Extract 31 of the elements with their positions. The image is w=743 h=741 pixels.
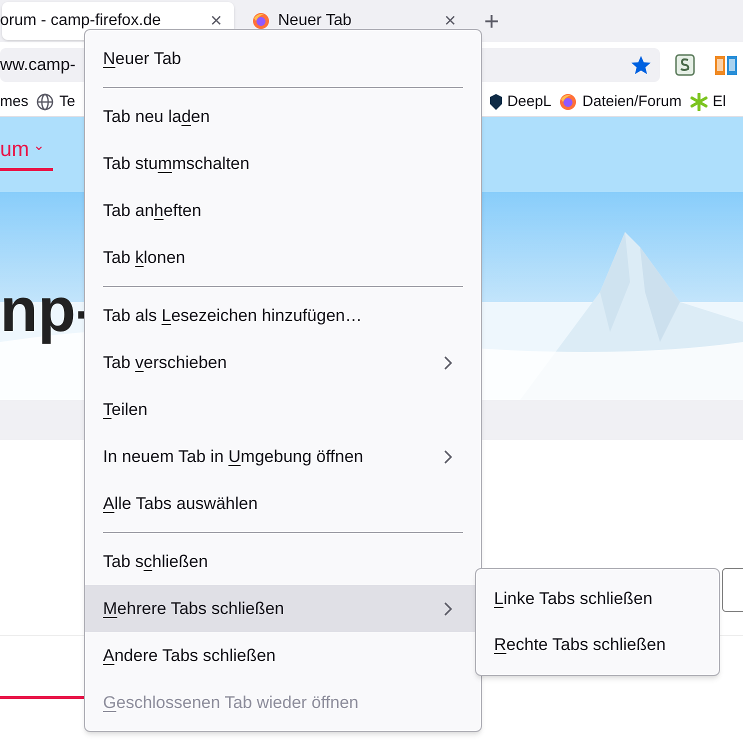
url-text: ww.camp- [0, 55, 76, 74]
star-icon[interactable] [630, 54, 652, 76]
shield-icon [490, 94, 502, 110]
tab-title: orum - camp-firefox.de [0, 11, 162, 31]
chevron-right-icon [443, 600, 453, 616]
tab-title: Neuer Tab [278, 11, 353, 31]
menu-item: Geschlossenen Tab wieder öffnen [102, 692, 360, 714]
browser-logo-icon [252, 12, 270, 30]
chevron-right-icon [443, 354, 453, 370]
bookmark-link[interactable]: Te [59, 90, 76, 114]
bookmark-link[interactable]: Dateien/Forum [582, 90, 682, 114]
bookmark-link[interactable]: DeepL [507, 90, 552, 114]
bookmark-link[interactable]: mes [0, 90, 28, 114]
bookmark-link[interactable]: El [712, 90, 726, 114]
extension-icon[interactable] [674, 53, 696, 77]
close-button[interactable]: × [440, 11, 460, 31]
globe-icon [36, 93, 54, 111]
new-tab-button[interactable]: + [480, 8, 504, 34]
menu-item[interactable]: Tab stummschalten [85, 140, 481, 187]
menu-item[interactable]: Tab klonen [85, 234, 481, 281]
menu-item[interactable]: Teilen [85, 386, 481, 433]
close-button[interactable]: × [206, 11, 226, 31]
menu-item[interactable]: Alle Tabs auswählen [85, 480, 481, 527]
menu-item[interactable]: In neuem Tab in Umgebung öffnen [85, 433, 481, 480]
chevron-right-icon [443, 448, 453, 464]
browser-logo-icon [559, 93, 578, 111]
menu-item[interactable]: Tab anheften [85, 187, 481, 234]
asterisk-icon [690, 93, 708, 111]
menu-item[interactable]: Tab neu laden [85, 93, 481, 140]
caret-icon: ⌄ [33, 138, 46, 152]
extension-icon[interactable] [714, 53, 738, 77]
